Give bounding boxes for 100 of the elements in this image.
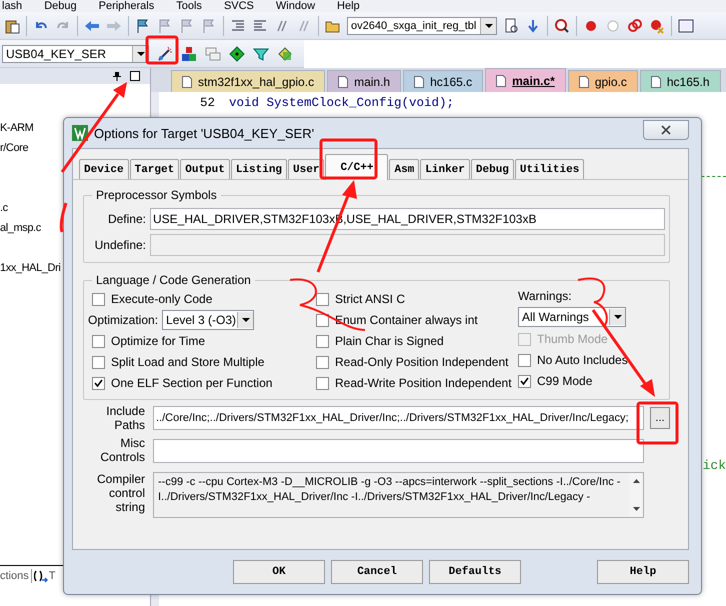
dialog-button[interactable]: Cancel xyxy=(331,560,423,584)
checkbox-label: Execute-only Code xyxy=(111,292,212,306)
blocks-icon[interactable] xyxy=(181,46,197,62)
checkbox-label: Thumb Mode xyxy=(537,332,608,346)
checkbox[interactable] xyxy=(316,292,329,306)
checkbox-label: No Auto Includes xyxy=(537,353,628,367)
dialog-tab[interactable]: Listing xyxy=(230,159,288,179)
dialog-tab[interactable]: Linker xyxy=(420,159,470,179)
browse-button[interactable]: ... xyxy=(650,407,670,429)
checkbox[interactable] xyxy=(518,354,531,366)
compiler-string-box[interactable]: --c99 -c --cpu Cortex-M3 -D__MICROLIB -g -O3 --apcs=interwork --split_sections -I../Core/Inc -I../Drivers/STM32F1xx_HAL_Driver/Inc -I../Drivers/STM32F1xx_HAL_Driver/Inc/Legacy - xyxy=(153,472,644,518)
document-search-icon[interactable] xyxy=(503,18,519,34)
grid-icon[interactable] xyxy=(277,46,293,62)
menu-item[interactable]: Peripherals xyxy=(98,0,154,12)
checkbox-label: Enum Container always int xyxy=(335,313,478,327)
clear-breakpoints-icon[interactable] xyxy=(649,18,665,34)
dropdown-label: Optimization: xyxy=(88,313,158,327)
file-tab[interactable]: stm32f1xx_hal_gpio.c xyxy=(171,70,326,92)
flag-icon xyxy=(179,18,195,34)
checkbox[interactable] xyxy=(92,376,105,390)
dialog-tab[interactable]: Utilities xyxy=(514,159,584,179)
checkbox-label: Strict ANSI C xyxy=(335,292,406,306)
optimization-dropdown[interactable]: Level 3 (-O3) xyxy=(162,310,254,330)
misc-controls-field[interactable] xyxy=(153,439,644,463)
file-tab[interactable]: hc165.h xyxy=(640,70,721,92)
checkbox[interactable] xyxy=(518,374,531,388)
code-line: void SystemClock_Config(void); xyxy=(229,96,454,112)
flag-icon[interactable] xyxy=(135,18,151,34)
panel-tab[interactable]: ctions xyxy=(0,570,29,582)
checkbox-label: Read-Write Position Independent xyxy=(335,376,512,390)
field-label: Undefine: xyxy=(94,238,146,252)
funnel-icon[interactable] xyxy=(253,46,269,62)
field-label: Include Paths xyxy=(105,404,146,432)
checkbox-label: Plain Char is Signed xyxy=(335,334,444,348)
dialog-tab[interactable]: Output xyxy=(180,159,230,179)
scrollbar[interactable] xyxy=(629,473,643,517)
scroll-down-icon[interactable] xyxy=(632,507,640,511)
include-paths-field[interactable]: ../Core/Inc;../Drivers/STM32F1xx_HAL_Driver/Inc;../Drivers/STM32F1xx_HAL_Driver/Inc/Legacy; xyxy=(153,406,644,430)
checkbox-label: Optimize for Time xyxy=(111,334,206,348)
menu-item[interactable]: SVCS xyxy=(224,0,254,12)
file-tab[interactable]: hc165.c xyxy=(403,70,484,92)
checkbox[interactable] xyxy=(316,334,329,348)
dialog-tab[interactable]: Target xyxy=(130,159,180,179)
dialog-button[interactable]: Defaults xyxy=(429,560,521,584)
dialog-tab[interactable]: User xyxy=(288,159,324,179)
menu-item[interactable]: lash xyxy=(2,0,22,12)
document-icon xyxy=(414,76,424,88)
panel-tab[interactable]: T xyxy=(48,570,56,582)
linked-circles-icon[interactable] xyxy=(627,18,643,34)
clipboard-icon[interactable] xyxy=(4,18,20,34)
document-icon xyxy=(496,74,506,86)
magic-wand-icon[interactable] xyxy=(157,46,173,62)
menu-item[interactable]: Help xyxy=(337,0,360,12)
find-dropdown[interactable]: ov2640_sxga_init_reg_tbl xyxy=(347,16,497,34)
checkbox-label: Read-Only Position Independent xyxy=(335,355,508,369)
scroll-up-icon[interactable] xyxy=(632,479,640,483)
code-fragment: ick xyxy=(702,458,726,473)
warnings-dropdown[interactable]: All Warnings xyxy=(518,307,626,327)
document-icon xyxy=(182,76,192,88)
close-button[interactable] xyxy=(643,120,689,140)
checkbox-label: C99 Mode xyxy=(537,374,592,388)
window-icon[interactable] xyxy=(678,18,694,34)
checkbox[interactable] xyxy=(92,292,105,306)
field-label: Compiler control string xyxy=(96,472,146,514)
checkbox[interactable] xyxy=(316,314,329,326)
checkbox-label: Split Load and Store Multiple xyxy=(111,355,264,369)
checkbox[interactable] xyxy=(316,376,329,390)
debug-magnifier-icon[interactable] xyxy=(554,18,570,34)
windows-icon xyxy=(205,46,221,62)
functions-icon[interactable] xyxy=(34,569,48,583)
file-tab[interactable]: main.h xyxy=(327,70,402,92)
dialog-tab[interactable]: Asm xyxy=(389,159,420,179)
line-number: 52 xyxy=(198,96,216,112)
pin-icon[interactable] xyxy=(112,71,122,81)
indent-icon[interactable] xyxy=(230,18,246,34)
app-icon xyxy=(72,125,88,141)
annotation-frame xyxy=(146,36,178,64)
menu-item[interactable]: Tools xyxy=(176,0,202,12)
annotation-scribble xyxy=(60,202,68,232)
menu-item[interactable]: Debug xyxy=(44,0,77,12)
menu-item[interactable]: Window xyxy=(276,0,316,12)
caret-icon xyxy=(242,318,250,322)
unindent-icon[interactable] xyxy=(252,18,268,34)
dialog-button[interactable]: OK xyxy=(233,560,325,584)
diamond-icon[interactable] xyxy=(229,46,245,62)
caret-icon xyxy=(614,315,622,319)
dropdown-label: Warnings: xyxy=(518,289,573,303)
group-title: Language / Code Generation xyxy=(95,273,252,287)
checkbox[interactable] xyxy=(316,356,329,368)
file-tab[interactable]: main.c* xyxy=(485,68,566,92)
file-tab[interactable]: gpio.c xyxy=(568,70,638,92)
group-title: Preprocessor Symbols xyxy=(95,188,218,202)
close-icon[interactable] xyxy=(130,71,140,81)
dialog-button[interactable]: Help xyxy=(597,560,689,584)
dialog-tab[interactable]: Device xyxy=(79,159,129,179)
target-dropdown[interactable]: USB04_KEY_SER xyxy=(2,44,149,62)
dialog-tab[interactable]: Debug xyxy=(470,159,514,179)
checkbox[interactable] xyxy=(92,356,105,368)
field-label: Misc Controls xyxy=(99,436,146,464)
checkbox[interactable] xyxy=(92,334,105,348)
